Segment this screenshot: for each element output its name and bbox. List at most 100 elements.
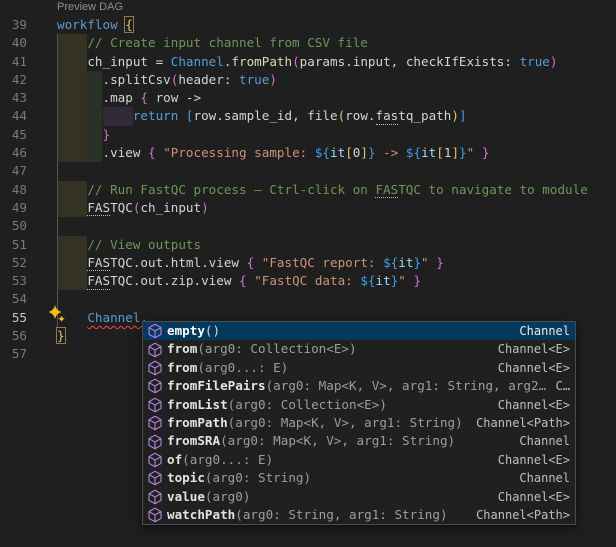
code-text: return [row.sample_id, file(row.fastq_pa… <box>57 108 467 123</box>
method-cube-icon <box>147 360 163 376</box>
line-number: 56 <box>0 327 27 345</box>
method-cube-icon <box>147 323 163 339</box>
code-line: workflow { <box>57 16 616 34</box>
line-number: 44 <box>0 107 27 125</box>
line-number: 45 <box>0 126 27 144</box>
suggestion-type: Channel<Path> <box>466 414 570 432</box>
suggestion-label: empty() <box>167 322 509 340</box>
suggestion-label: from(arg0: Collection<E>) <box>167 340 488 358</box>
code-line: } <box>57 126 616 144</box>
line-number: 57 <box>0 345 27 363</box>
suggestion-type: Channel<E> <box>488 340 570 358</box>
line-number: 52 <box>0 254 27 272</box>
code-line: FASTQC(ch_input) <box>57 199 616 217</box>
line-number: 50 <box>0 217 27 235</box>
code-line: // View outputs <box>57 236 616 254</box>
suggestion-item[interactable]: fromList(arg0: Collection<E>)Channel<E> <box>143 396 575 414</box>
line-number: 41 <box>0 53 27 71</box>
suggestion-item[interactable]: empty()Channel <box>143 322 575 340</box>
code-line: return [row.sample_id, file(row.fastq_pa… <box>57 107 616 125</box>
copilot-sparkle-icon[interactable] <box>46 304 68 326</box>
autocomplete-widget: empty()Channelfrom(arg0: Collection<E>)C… <box>142 321 576 525</box>
suggestion-label: watchPath(arg0: String, arg1: String) <box>167 506 466 524</box>
method-cube-icon <box>147 342 163 358</box>
line-number: 55 <box>0 309 27 327</box>
line-number: 43 <box>0 89 27 107</box>
code-text: Channel. <box>57 310 148 325</box>
code-text: .view { "Processing sample: ${it[0]} -> … <box>57 145 489 160</box>
code-line: .view { "Processing sample: ${it[0]} -> … <box>57 144 616 162</box>
suggestion-item[interactable]: of(arg0...: E)Channel<E> <box>143 451 575 469</box>
suggestion-label: of(arg0...: E) <box>167 451 488 469</box>
line-number: 48 <box>0 181 27 199</box>
code-line: .map { row -> <box>57 89 616 107</box>
code-text: // View outputs <box>57 237 201 252</box>
suggestion-type: C… <box>546 377 570 395</box>
code-text: // Run FastQC process – Ctrl-click on FA… <box>57 182 588 197</box>
method-cube-icon <box>147 378 163 394</box>
code-line <box>57 217 616 235</box>
code-line <box>57 290 616 308</box>
code-text: workflow { <box>57 17 133 32</box>
gutter: 39404142434445464748495051525354555657 <box>0 16 27 364</box>
code-text: // Create input channel from CSV file <box>57 35 368 50</box>
suggestion-label: from(arg0...: E) <box>167 359 488 377</box>
suggestion-type: Channel<E> <box>488 396 570 414</box>
code-line: // Run FastQC process – Ctrl-click on FA… <box>57 181 616 199</box>
suggestion-item[interactable]: fromSRA(arg0: Map<K, V>, arg1: String)Ch… <box>143 432 575 450</box>
suggestion-item[interactable]: from(arg0: Collection<E>)Channel<E> <box>143 340 575 358</box>
code-text: FASTQC.out.html.view { "FastQC report: $… <box>57 255 444 270</box>
line-number: 40 <box>0 34 27 52</box>
code-text: } <box>57 127 110 142</box>
code-lines: workflow { // Create input channel from … <box>57 16 616 364</box>
method-cube-icon <box>147 434 163 450</box>
suggestion-label: fromFilePairs(arg0: Map<K, V>, arg1: Str… <box>167 377 546 395</box>
code-text: } <box>57 328 65 343</box>
code-line: FASTQC.out.zip.view { "FastQC data: ${it… <box>57 272 616 290</box>
method-cube-icon <box>147 507 163 523</box>
code-line: FASTQC.out.html.view { "FastQC report: $… <box>57 254 616 272</box>
suggestion-label: topic(arg0: String) <box>167 469 509 487</box>
suggestion-type: Channel <box>509 432 570 450</box>
line-number: 47 <box>0 162 27 180</box>
method-cube-icon <box>147 470 163 486</box>
suggestion-type: Channel <box>509 469 570 487</box>
suggestion-type: Channel <box>509 322 570 340</box>
suggestion-item[interactable]: fromPath(arg0: Map<K, V>, arg1: String)C… <box>143 414 575 432</box>
suggestion-label: fromList(arg0: Collection<E>) <box>167 396 488 414</box>
code-line: ch_input = Channel.fromPath(params.input… <box>57 53 616 71</box>
suggestion-type: Channel<E> <box>488 488 570 506</box>
method-cube-icon <box>147 397 163 413</box>
suggestion-item[interactable]: watchPath(arg0: String, arg1: String)Cha… <box>143 506 575 524</box>
line-number: 42 <box>0 71 27 89</box>
suggestion-type: Channel<E> <box>488 359 570 377</box>
code-line: .splitCsv(header: true) <box>57 71 616 89</box>
suggestion-item[interactable]: from(arg0...: E)Channel<E> <box>143 359 575 377</box>
code-line: // Create input channel from CSV file <box>57 34 616 52</box>
suggestion-type: Channel<E> <box>488 451 570 469</box>
line-number: 53 <box>0 272 27 290</box>
code-editor: Preview DAG 3940414243444546474849505152… <box>0 0 616 547</box>
suggestion-type: Channel<Path> <box>466 506 570 524</box>
suggestion-item[interactable]: value(arg0)Channel<E> <box>143 488 575 506</box>
code-text: .splitCsv(header: true) <box>57 72 277 87</box>
code-text: FASTQC.out.zip.view { "FastQC data: ${it… <box>57 273 421 288</box>
suggestion-item[interactable]: fromFilePairs(arg0: Map<K, V>, arg1: Str… <box>143 377 575 395</box>
method-cube-icon <box>147 452 163 468</box>
code-text: FASTQC(ch_input) <box>57 200 209 215</box>
code-text: .map { row -> <box>57 90 201 105</box>
method-cube-icon <box>147 415 163 431</box>
line-number: 51 <box>0 236 27 254</box>
line-number: 46 <box>0 144 27 162</box>
line-number: 49 <box>0 199 27 217</box>
line-number: 54 <box>0 290 27 308</box>
suggestion-label: value(arg0) <box>167 488 488 506</box>
line-number: 39 <box>0 16 27 34</box>
code-line <box>57 162 616 180</box>
method-cube-icon <box>147 489 163 505</box>
suggestion-label: fromSRA(arg0: Map<K, V>, arg1: String) <box>167 432 509 450</box>
suggestion-label: fromPath(arg0: Map<K, V>, arg1: String) <box>167 414 466 432</box>
code-text: ch_input = Channel.fromPath(params.input… <box>57 54 558 69</box>
preview-dag-codelens[interactable]: Preview DAG <box>57 1 123 14</box>
suggestion-item[interactable]: topic(arg0: String)Channel <box>143 469 575 487</box>
